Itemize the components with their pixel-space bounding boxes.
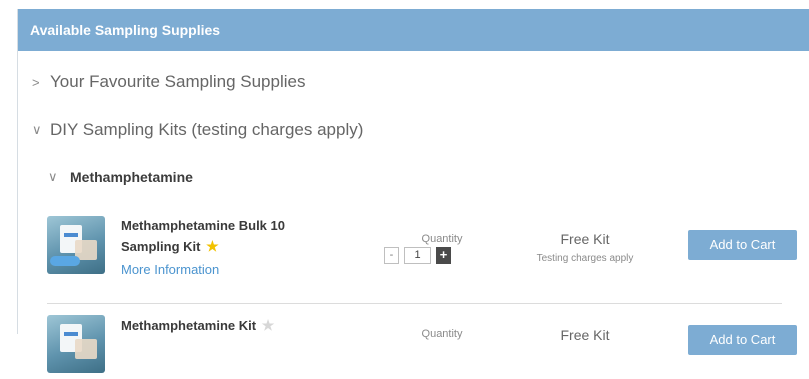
subsection-label: Methamphetamine bbox=[70, 169, 193, 185]
product-price: Free Kit bbox=[560, 231, 610, 247]
quantity-increase-button[interactable]: + bbox=[436, 247, 451, 264]
testing-charges-note: Testing charges apply bbox=[536, 253, 634, 264]
product-thumbnail[interactable] bbox=[47, 216, 105, 274]
glove-graphic bbox=[50, 256, 80, 266]
accordion-favourite-label: Your Favourite Sampling Supplies bbox=[50, 72, 306, 91]
product-name-text: Methamphetamine Kit bbox=[121, 318, 257, 333]
product-thumbnail[interactable] bbox=[47, 315, 105, 373]
add-to-cart-button[interactable]: Add to Cart bbox=[688, 230, 797, 260]
panel-header: Available Sampling Supplies bbox=[18, 9, 809, 51]
product-name: Methamphetamine Kit ★ bbox=[121, 315, 321, 336]
chevron-down-icon: ∨ bbox=[48, 169, 58, 184]
sampling-supplies-panel: Available Sampling Supplies > Your Favou… bbox=[17, 9, 809, 373]
more-information-link[interactable]: More Information bbox=[121, 262, 219, 277]
product-row: Methamphetamine Bulk 10 Sampling Kit ★ M… bbox=[47, 216, 797, 280]
product-price: Free Kit bbox=[560, 327, 610, 343]
panel-title: Available Sampling Supplies bbox=[30, 22, 221, 38]
sample-bag-graphic bbox=[75, 339, 97, 359]
quantity-label: Quantity bbox=[421, 233, 463, 245]
add-to-cart-button[interactable]: Add to Cart bbox=[688, 325, 797, 355]
chevron-down-icon: ∨ bbox=[32, 122, 42, 137]
product-row: Methamphetamine Kit ★ Quantity Free Kit … bbox=[47, 315, 797, 379]
quantity-label: Quantity bbox=[421, 328, 463, 340]
chevron-right-icon: > bbox=[32, 74, 40, 90]
favourite-star-icon[interactable]: ★ bbox=[206, 238, 219, 254]
quantity-decrease-button[interactable]: - bbox=[384, 247, 399, 264]
product-name: Methamphetamine Bulk 10 Sampling Kit ★ bbox=[121, 216, 321, 257]
favourite-star-icon[interactable]: ★ bbox=[262, 317, 275, 333]
accordion-diy-kits[interactable]: ∨ DIY Sampling Kits (testing charges app… bbox=[32, 120, 363, 140]
quantity-input[interactable]: 1 bbox=[404, 247, 431, 264]
product-divider bbox=[47, 303, 782, 304]
product-name-text: Methamphetamine Bulk 10 Sampling Kit bbox=[121, 218, 285, 254]
accordion-diy-label: DIY Sampling Kits (testing charges apply… bbox=[50, 120, 364, 139]
accordion-favourite-supplies[interactable]: > Your Favourite Sampling Supplies bbox=[32, 72, 305, 92]
subsection-methamphetamine[interactable]: ∨ Methamphetamine bbox=[48, 169, 193, 185]
quantity-stepper: - 1 + bbox=[384, 247, 451, 264]
